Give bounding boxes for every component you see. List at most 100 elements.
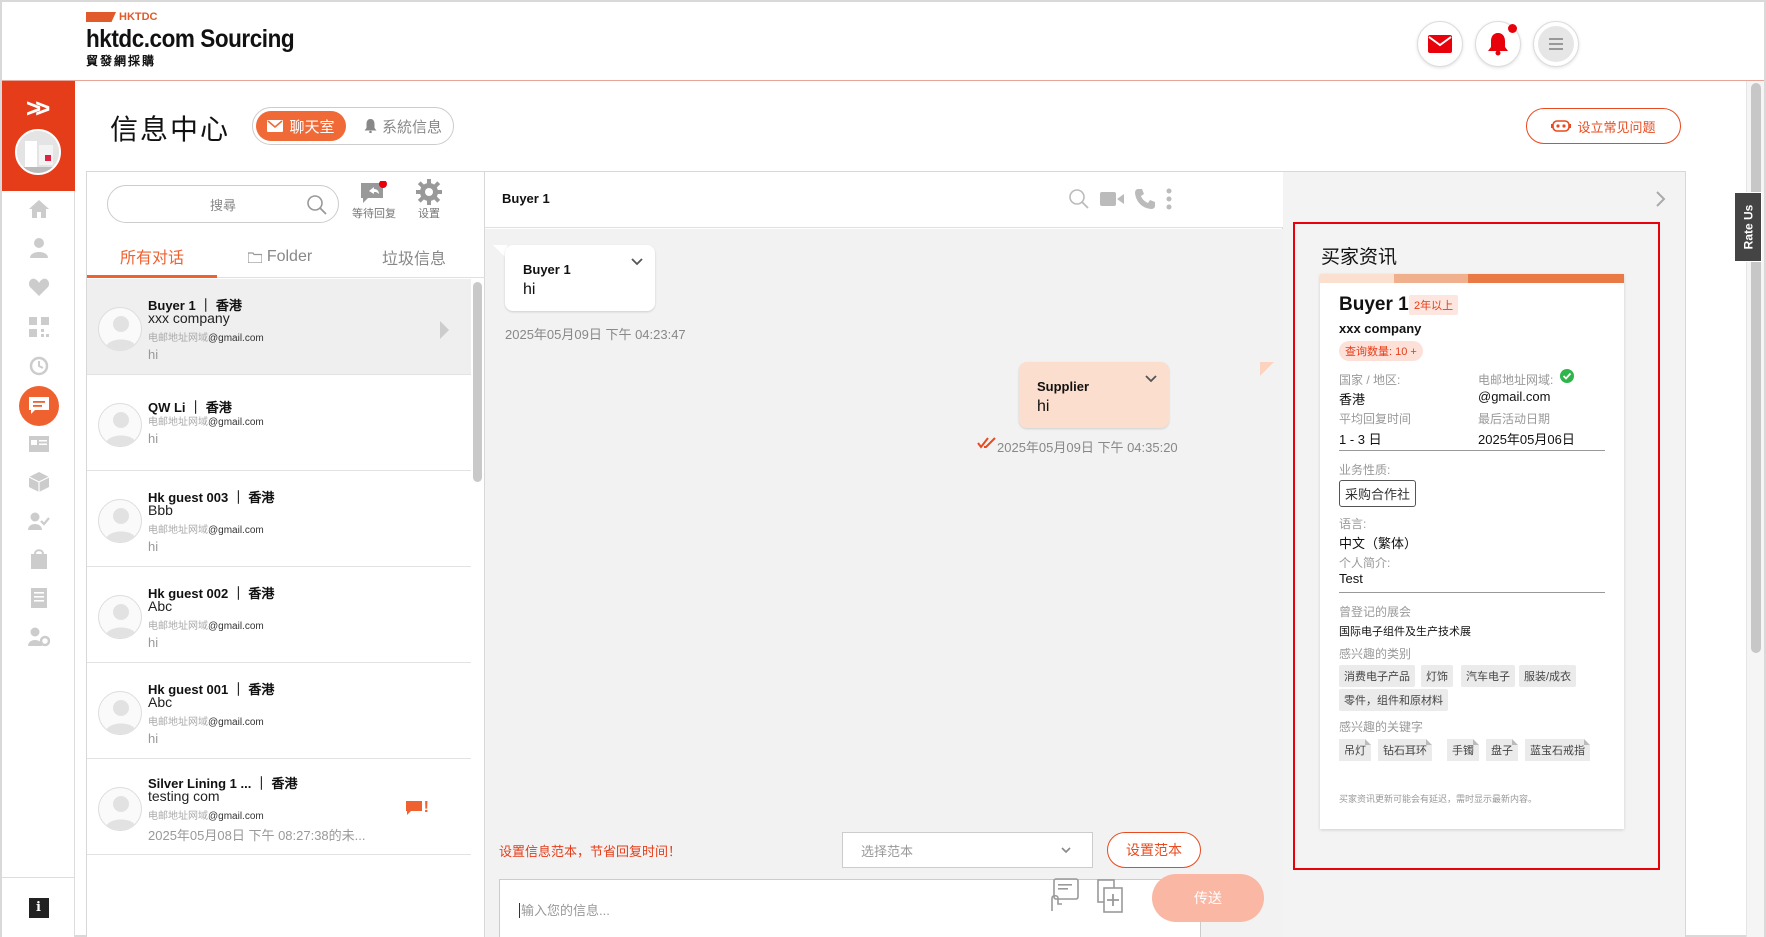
chevron-down-icon[interactable] bbox=[1145, 375, 1157, 383]
waiting-reply-button[interactable]: 等待回复 bbox=[349, 177, 399, 221]
contact-email: 电邮地址网域@gmail.com bbox=[148, 417, 264, 428]
more-options-icon[interactable] bbox=[1166, 188, 1172, 210]
contact-company: testing com bbox=[148, 788, 220, 804]
nav-user-settings-icon[interactable] bbox=[24, 622, 54, 652]
bell-icon bbox=[364, 119, 377, 133]
video-call-icon[interactable] bbox=[1100, 191, 1124, 207]
mail-button[interactable] bbox=[1417, 21, 1463, 67]
notification-button[interactable] bbox=[1475, 21, 1521, 67]
double-chevron-right-icon: >> bbox=[26, 93, 51, 123]
message-sender: Supplier bbox=[1037, 379, 1090, 394]
attach-file-icon[interactable] bbox=[1096, 879, 1124, 913]
conversation-item[interactable]: Buyer 1 ｜ 香港 xxx company 电邮地址网域@gmail.co… bbox=[87, 279, 471, 375]
nav-qr-code-icon[interactable] bbox=[24, 312, 54, 342]
business-type-tag: 采购合作社 bbox=[1339, 480, 1417, 507]
contact-email: 电邮地址网域@gmail.com bbox=[148, 333, 264, 344]
keyword-chip: 钻石耳环 bbox=[1378, 739, 1432, 761]
verified-check-icon bbox=[1560, 369, 1574, 383]
robot-icon bbox=[1551, 120, 1572, 132]
conversation-item[interactable]: Hk guest 001 ｜ 香港 Abc 电邮地址网域@gmail.com h… bbox=[87, 663, 471, 759]
page-scrollbar-thumb[interactable] bbox=[1751, 83, 1761, 653]
hamburger-icon bbox=[1538, 26, 1574, 62]
hktdc-logo[interactable]: HKTDC hktdc.com Sourcing 貿發網採購 bbox=[86, 10, 317, 68]
phone-icon[interactable] bbox=[1134, 188, 1156, 210]
menu-button[interactable] bbox=[1533, 21, 1579, 67]
tab-folder[interactable]: Folder bbox=[217, 236, 343, 278]
message-timestamp: 2025年05月09日 下午 04:35:20 bbox=[997, 440, 1178, 455]
profile-label: 个人简介: bbox=[1339, 556, 1391, 570]
rate-us-button[interactable]: Rate Us bbox=[1734, 192, 1762, 262]
buyer-info-title: 买家资讯 bbox=[1321, 247, 1398, 268]
chat-title: Buyer 1 bbox=[502, 191, 550, 206]
last-message: hi bbox=[148, 347, 159, 362]
contact-avatar bbox=[98, 499, 142, 543]
search-icon[interactable] bbox=[306, 194, 328, 216]
buyer-years-badge: 2年以上 bbox=[1409, 295, 1459, 315]
divider bbox=[1339, 450, 1605, 451]
list-scrollbar[interactable] bbox=[473, 282, 482, 482]
conversation-item[interactable]: QW Li ｜ 香港 电邮地址网域@gmail.com hi bbox=[87, 375, 471, 471]
avg-reply-value: 1 - 3 日 bbox=[1339, 432, 1382, 447]
logo-sub-text: 貿發網採購 bbox=[86, 54, 157, 68]
rail-expand-toggle[interactable]: >> bbox=[2, 81, 75, 191]
search-icon[interactable] bbox=[1068, 188, 1090, 210]
setup-template-button[interactable]: 设置范本 bbox=[1107, 832, 1201, 868]
template-select[interactable]: 选择范本 bbox=[842, 832, 1093, 868]
business-label: 业务性质: bbox=[1339, 463, 1391, 477]
nav-heart-icon[interactable] bbox=[24, 272, 54, 302]
keyword-chip: 蓝宝石戒指 bbox=[1525, 739, 1590, 761]
nav-document-icon[interactable] bbox=[24, 583, 54, 613]
category-chip: 汽车电子 bbox=[1461, 665, 1515, 687]
nav-bag-icon[interactable] bbox=[24, 544, 54, 574]
setup-faq-button[interactable]: 设立常见问题 bbox=[1526, 108, 1681, 144]
page-title: 信息中心 bbox=[110, 114, 231, 145]
conversation-search-input[interactable]: 搜尋 bbox=[107, 185, 339, 223]
conversation-item[interactable]: Silver Lining 1 ... ｜ 香港 testing com 电邮地… bbox=[87, 759, 471, 855]
tab-all-conversations[interactable]: 所有对话 bbox=[87, 236, 217, 278]
language-value: 中文（繁体） bbox=[1339, 536, 1418, 551]
user-avatar[interactable] bbox=[15, 129, 61, 175]
tab-system-messages[interactable]: 系統信息 bbox=[355, 111, 451, 141]
last-message: hi bbox=[148, 431, 159, 446]
inquiry-count-badge: 查询数量: 10 + bbox=[1339, 341, 1423, 361]
category-chip: 灯饰 bbox=[1421, 665, 1453, 687]
message-bubble-buyer[interactable]: Buyer 1 hi bbox=[505, 245, 655, 311]
template-insert-icon[interactable] bbox=[1050, 878, 1080, 912]
settings-button[interactable]: 设置 bbox=[411, 177, 447, 221]
chevron-down-icon[interactable] bbox=[631, 258, 643, 266]
country-value: 香港 bbox=[1339, 392, 1366, 407]
conversation-item[interactable]: Hk guest 003 ｜ 香港 Bbb 电邮地址网域@gmail.com h… bbox=[87, 471, 471, 567]
buyer-company: xxx company bbox=[1339, 321, 1422, 336]
unread-alert-icon: ! bbox=[405, 799, 429, 817]
contact-company: Bbb bbox=[148, 502, 173, 518]
tab-chatroom[interactable]: 聊天室 bbox=[256, 111, 346, 141]
messaging-panel: 搜尋 等待回复 设置 所有对话 Folder 垃圾信息 Buyer 1 ｜ 香港… bbox=[86, 171, 1686, 937]
message-bubble-supplier[interactable]: Supplier hi bbox=[1019, 362, 1169, 428]
nav-card-icon[interactable] bbox=[24, 429, 54, 459]
nav-box-icon[interactable] bbox=[24, 467, 54, 497]
chevron-right-icon[interactable] bbox=[1655, 190, 1667, 208]
info-button[interactable]: i bbox=[2, 877, 75, 937]
template-hint: 设置信息范本，节省回复时间！ bbox=[499, 844, 682, 859]
nav-home-icon[interactable] bbox=[24, 194, 54, 224]
template-select-value: 选择范本 bbox=[861, 843, 914, 859]
nav-user-check-icon[interactable] bbox=[24, 506, 54, 536]
nav-user-icon[interactable] bbox=[24, 233, 54, 263]
country-label: 国家 / 地区: bbox=[1339, 373, 1401, 387]
buyer-info-note: 买家资讯更新可能会有延迟，需时显示最新内容。 bbox=[1339, 794, 1538, 804]
conversation-item[interactable]: Hk guest 002 ｜ 香港 Abc 电邮地址网域@gmail.com h… bbox=[87, 567, 471, 663]
message-timestamp: 2025年05月09日 下午 04:23:47 bbox=[505, 327, 686, 342]
message-type-switch: 聊天室 系統信息 bbox=[252, 107, 454, 145]
nav-messages-icon[interactable] bbox=[19, 386, 59, 426]
send-button[interactable]: 传送 bbox=[1152, 874, 1264, 922]
conversation-list: Buyer 1 ｜ 香港 xxx company 电邮地址网域@gmail.co… bbox=[87, 279, 471, 937]
category-chip: 零件，组件和原材料 bbox=[1339, 689, 1448, 711]
message-sender: Buyer 1 bbox=[523, 262, 571, 277]
last-message: hi bbox=[148, 731, 159, 746]
gear-icon bbox=[416, 179, 442, 205]
envelope-icon bbox=[267, 120, 284, 132]
tab-trash[interactable]: 垃圾信息 bbox=[343, 236, 485, 278]
read-receipt-icon bbox=[977, 437, 996, 449]
last-message: 2025年05月08日 下午 08:27:38的未... bbox=[148, 828, 366, 843]
nav-history-icon[interactable] bbox=[24, 351, 54, 381]
